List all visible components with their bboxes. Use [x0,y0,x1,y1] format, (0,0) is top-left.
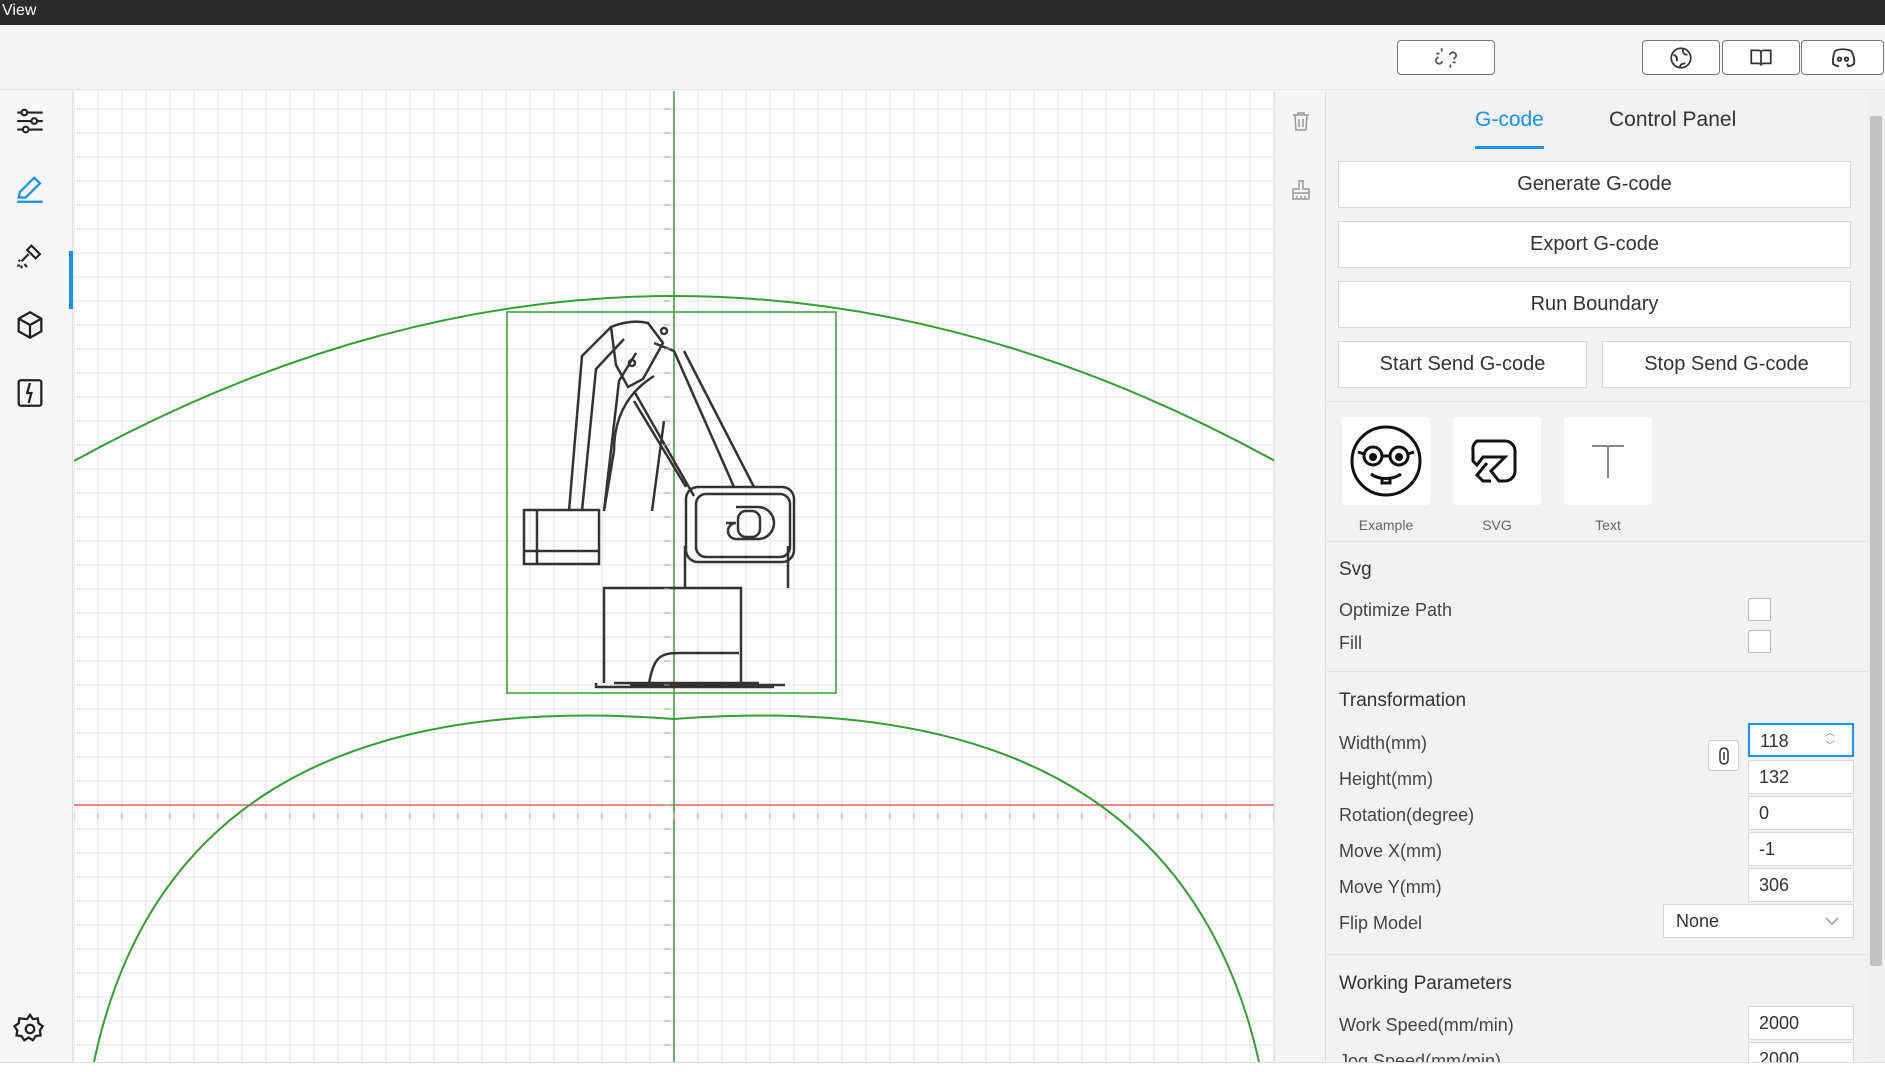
pen-icon [17,176,43,203]
divider [1327,401,1867,402]
sidebar-item-laser[interactable] [10,237,50,277]
discord-button[interactable] [1801,40,1884,75]
selection-bounding-box[interactable] [506,311,837,694]
example-source-button[interactable] [1342,417,1430,505]
panel-scrollbar[interactable] [1867,91,1885,1062]
divider [1327,541,1867,542]
divider [1327,671,1867,672]
disconnect-button[interactable] [1397,40,1495,75]
divider [1327,954,1867,955]
text-label: Text [1595,517,1621,533]
status-bar [0,1062,1885,1072]
laser-icon [17,244,42,269]
discord-icon [1831,47,1855,67]
rotation-input[interactable]: 0 [1748,796,1854,830]
optimize-path-checkbox[interactable] [1748,598,1771,621]
aspect-lock-button[interactable] [1708,740,1739,771]
transformation-title: Transformation [1339,690,1467,711]
move-x-input[interactable]: -1 [1748,832,1854,866]
clear-button[interactable] [1289,177,1313,208]
menu-bar: View [0,0,1885,25]
width-label: Width(mm) [1339,733,1427,753]
stop-send-button[interactable]: Stop Send G-code [1602,341,1851,388]
drawing-canvas[interactable] [74,91,1275,1062]
work-speed-input[interactable]: 2000 [1748,1006,1854,1040]
chevron-down-icon [1825,917,1839,926]
flip-model-value: None [1676,911,1720,931]
trash-icon [1293,112,1309,131]
scrollbar-thumb[interactable] [1870,116,1882,966]
cube-icon [17,310,43,340]
brush-icon [1292,180,1310,200]
generate-gcode-button[interactable]: Generate G-code [1338,161,1851,208]
website-button[interactable] [1642,40,1720,75]
start-send-button[interactable]: Start Send G-code [1338,341,1587,388]
tab-control-panel[interactable]: Control Panel [1609,108,1736,132]
run-boundary-button[interactable]: Run Boundary [1338,281,1851,328]
fill-checkbox[interactable] [1748,630,1771,653]
example-label: Example [1358,517,1414,533]
docs-button[interactable] [1722,40,1800,75]
globe-icon [1670,46,1692,69]
settings-button[interactable] [10,1009,50,1049]
height-input[interactable]: 132 [1748,760,1854,794]
svg-section-title: Svg [1339,559,1372,580]
nerd-face-icon [1350,425,1422,497]
text-t-icon [1592,445,1624,478]
panel-tabs: G-code Control Panel [1327,91,1867,151]
move-x-label: Move X(mm) [1339,841,1442,861]
delete-button[interactable] [1289,108,1313,139]
menu-view[interactable]: View [0,2,38,19]
tab-active-underline [1475,146,1544,149]
svg-source-button[interactable] [1453,417,1541,505]
left-sidebar [0,91,73,1062]
move-y-input[interactable]: 306 [1748,868,1854,902]
text-source-button[interactable] [1564,417,1652,505]
link-icon [1718,746,1729,765]
jog-speed-label: Jog Speed(mm/min) [1339,1051,1502,1062]
sidebar-item-settings[interactable] [10,101,50,141]
move-y-label: Move Y(mm) [1339,877,1442,897]
workspace-inner-arc [93,714,1260,1062]
export-gcode-button[interactable]: Export G-code [1338,221,1851,268]
sidebar-active-indicator [69,251,73,309]
height-label: Height(mm) [1339,769,1434,789]
settings-sliders-icon [17,108,43,134]
top-toolbar [0,25,1885,90]
svg-label: SVG [1482,517,1512,533]
right-panel: G-code Control Panel Generate G-code Exp… [1327,91,1867,1062]
width-stepper[interactable]: ︿ ﹀ [1825,727,1835,753]
sidebar-item-draw[interactable] [10,169,50,209]
optimize-path-label: Optimize Path [1339,600,1453,620]
fill-label: Fill [1339,633,1362,653]
book-icon [1750,49,1772,66]
flip-model-label: Flip Model [1339,913,1423,933]
jog-speed-input[interactable]: 2000 [1748,1042,1854,1062]
width-input[interactable]: 118 [1748,723,1854,757]
canvas-tools [1276,91,1326,1062]
work-speed-label: Work Speed(mm/min) [1339,1015,1514,1035]
working-params-title: Working Parameters [1339,973,1512,994]
disconnect-icon [1435,47,1457,68]
gear-icon [13,1012,45,1042]
canvas-grid [74,91,1274,1062]
sidebar-item-docs[interactable] [10,373,50,413]
flip-model-select[interactable]: None [1663,904,1854,938]
svg-logo-icon [1471,439,1517,483]
book-open-icon [17,379,43,407]
tab-gcode[interactable]: G-code [1475,108,1544,132]
rotation-label: Rotation(degree) [1339,805,1475,825]
sidebar-item-3d[interactable] [10,305,50,345]
robot-arm-drawing[interactable] [522,320,796,689]
